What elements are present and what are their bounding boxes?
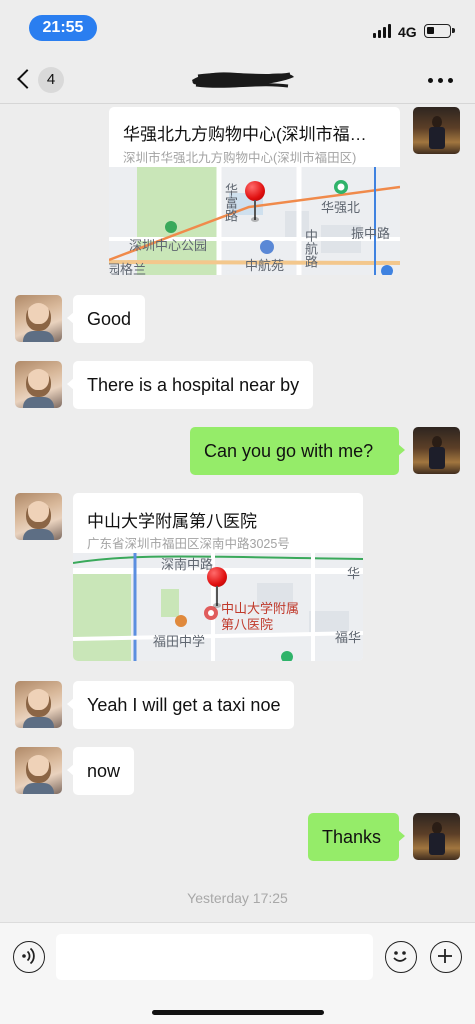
message-incoming[interactable]: There is a hospital near by	[66, 361, 314, 409]
map-label: 华	[347, 566, 361, 581]
plus-icon	[438, 949, 452, 963]
back-button[interactable]: 4	[14, 64, 74, 96]
map-label: 华富路	[223, 183, 238, 222]
voice-button[interactable]	[13, 941, 45, 973]
location-map: 深南中路 中山大学附属 第八医院 福田中学 华 福华	[73, 553, 363, 661]
emoji-button[interactable]	[385, 941, 417, 973]
message-outgoing[interactable]: Thanks	[308, 813, 405, 861]
avatar-self[interactable]	[413, 813, 460, 860]
input-bar	[0, 922, 475, 1024]
unread-count-badge: 4	[38, 67, 64, 93]
location-address: 广东省深圳市福田区深南中路3025号	[87, 537, 290, 551]
status-time: 21:55	[29, 15, 97, 41]
network-type: 4G	[398, 24, 417, 40]
location-map: 华强北 振中路 深圳中心公园 中航苑 华富路 中航路 园格兰	[109, 167, 400, 275]
message-incoming[interactable]: Good	[66, 295, 146, 343]
battery-icon	[424, 24, 455, 38]
map-label: 园格兰	[109, 262, 147, 275]
avatar-contact[interactable]	[15, 361, 62, 408]
voice-icon	[22, 947, 35, 965]
map-label: 深圳中心公园	[129, 238, 208, 253]
message-incoming[interactable]: now	[66, 747, 135, 795]
location-name: 华强北九方购物中心(深圳市福…	[123, 125, 367, 144]
map-label: 华强北	[321, 200, 361, 215]
more-button[interactable]	[428, 68, 456, 92]
plus-button[interactable]	[430, 941, 462, 973]
location-name: 中山大学附属第八医院	[87, 512, 257, 531]
avatar-self[interactable]	[413, 107, 460, 154]
map-pin-icon	[245, 181, 265, 225]
location-card-outgoing[interactable]: 华强北九方购物中心(深圳市福… 深圳市华强北九方购物中心(深圳市福田区) 华强北…	[109, 107, 400, 275]
map-label: 中航路	[303, 229, 318, 268]
chevron-left-icon	[17, 69, 37, 89]
emoji-icon	[393, 951, 407, 962]
message-incoming[interactable]: Yeah I will get a taxi noe	[66, 681, 295, 729]
map-label: 振中路	[351, 226, 391, 241]
avatar-self[interactable]	[413, 427, 460, 474]
map-pin-icon	[207, 567, 227, 611]
home-indicator	[152, 1010, 324, 1015]
location-address: 深圳市华强北九方购物中心(深圳市福田区)	[123, 151, 357, 165]
avatar-contact[interactable]	[15, 295, 62, 342]
avatar-contact[interactable]	[15, 493, 62, 540]
chat-header: 4	[0, 56, 475, 104]
avatar-contact[interactable]	[15, 747, 62, 794]
map-label: 中航苑	[245, 258, 285, 273]
message-input[interactable]	[56, 934, 373, 980]
avatar-contact[interactable]	[15, 681, 62, 728]
signal-icon	[373, 24, 393, 38]
map-label: 第八医院	[221, 617, 274, 632]
chat-timestamp: Yesterday 17:25	[187, 890, 288, 906]
redacted-contact-name	[192, 72, 294, 88]
map-label: 福田中学	[153, 634, 206, 649]
map-label: 深南中路	[161, 557, 214, 572]
map-label: 福华	[335, 630, 362, 645]
location-card-incoming[interactable]: 中山大学附属第八医院 广东省深圳市福田区深南中路3025号 深南中路 中山大学附…	[73, 493, 363, 661]
message-outgoing[interactable]: Can you go with me?	[190, 427, 405, 475]
status-bar: 21:55 4G	[0, 0, 475, 56]
